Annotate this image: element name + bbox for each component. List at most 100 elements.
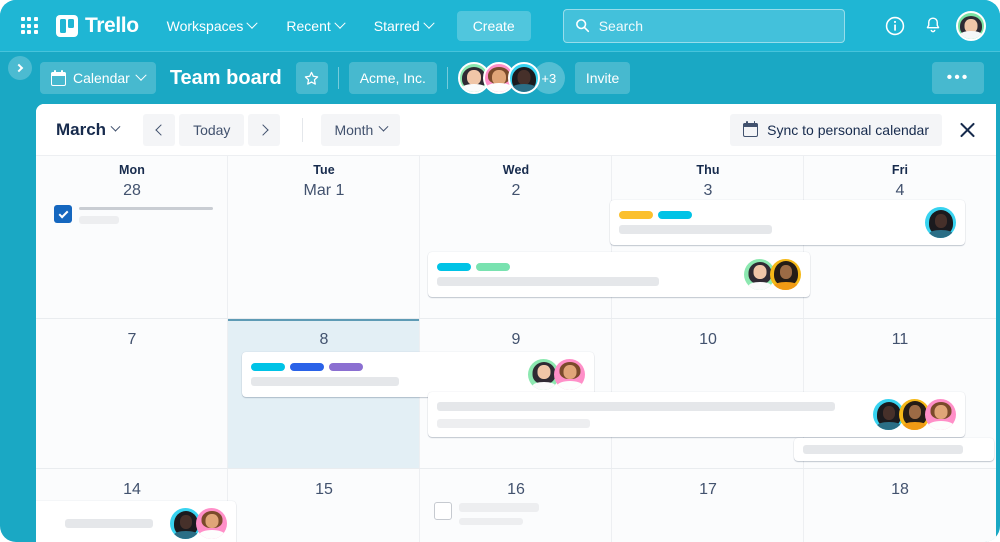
chevron-down-icon bbox=[111, 122, 121, 132]
sidebar-expand-button[interactable] bbox=[8, 56, 32, 80]
chevron-down-icon bbox=[334, 17, 345, 28]
day-header[interactable]: Tue Mar 1 bbox=[228, 156, 420, 200]
card-members bbox=[162, 508, 227, 539]
nav-item-workspaces[interactable]: Workspaces bbox=[157, 12, 267, 40]
trello-app-window: Trello Workspaces Recent Starred Create … bbox=[0, 0, 1000, 542]
day-number: 3 bbox=[612, 182, 804, 200]
global-top-nav: Trello Workspaces Recent Starred Create … bbox=[0, 0, 1000, 52]
avatar[interactable] bbox=[196, 508, 227, 539]
card-title-placeholder bbox=[437, 277, 659, 286]
day-header[interactable]: 9 bbox=[420, 319, 612, 349]
board-more-menu-button[interactable]: ••• bbox=[932, 62, 984, 94]
day-number: 4 bbox=[804, 182, 996, 200]
workspace-button[interactable]: Acme, Inc. bbox=[349, 62, 437, 94]
calendar-toolbar-right: Sync to personal calendar bbox=[730, 114, 982, 146]
month-selector[interactable]: March bbox=[50, 116, 125, 144]
trello-logo-icon bbox=[56, 15, 78, 37]
day-header[interactable]: 18 bbox=[804, 469, 996, 499]
create-button[interactable]: Create bbox=[457, 11, 531, 41]
card-body bbox=[619, 211, 910, 234]
card-members bbox=[917, 207, 956, 238]
day-header[interactable]: Fri 4 bbox=[804, 156, 996, 200]
calendar-icon bbox=[51, 71, 66, 86]
divider bbox=[447, 67, 448, 89]
nav-item-recent[interactable]: Recent bbox=[276, 12, 353, 40]
calendar-card-thu3-fri4[interactable] bbox=[610, 200, 965, 245]
chevron-left-icon bbox=[155, 124, 166, 135]
month-label: March bbox=[56, 120, 106, 140]
invite-button[interactable]: Invite bbox=[575, 62, 630, 94]
day-header[interactable]: 17 bbox=[612, 469, 804, 499]
avatar[interactable] bbox=[554, 359, 585, 390]
card-body bbox=[79, 204, 216, 224]
card-members bbox=[865, 399, 956, 430]
day-header[interactable]: Mon 28 bbox=[36, 156, 228, 200]
calendar-card-tue8-wed9[interactable] bbox=[242, 352, 594, 397]
chevron-down-icon bbox=[135, 70, 146, 81]
day-header[interactable]: 14 bbox=[36, 469, 228, 499]
card-labels bbox=[437, 263, 729, 271]
card-title-placeholder bbox=[65, 519, 153, 528]
day-header[interactable]: Wed 2 bbox=[420, 156, 612, 200]
avatar[interactable] bbox=[770, 259, 801, 290]
card-title-placeholder bbox=[803, 445, 963, 454]
apps-grid-icon[interactable] bbox=[14, 11, 44, 41]
calendar-grid: Mon 28 Tue Mar 1 Wed 2 Thu 3 Fri 4 bbox=[36, 156, 996, 542]
card-label-cyan[interactable] bbox=[437, 263, 471, 271]
calendar-card-mon28[interactable] bbox=[54, 204, 216, 224]
card-label-purple[interactable] bbox=[329, 363, 363, 371]
card-label-green[interactable] bbox=[476, 263, 510, 271]
day-number: 7 bbox=[36, 331, 228, 349]
day-header[interactable]: 15 bbox=[228, 469, 420, 499]
day-header[interactable]: 11 bbox=[804, 319, 996, 349]
calendar-card-wed2-thu3[interactable] bbox=[428, 252, 810, 297]
calendar-card-wed16[interactable] bbox=[434, 501, 594, 525]
calendar-card-mon14[interactable] bbox=[36, 501, 236, 542]
sync-to-personal-calendar-button[interactable]: Sync to personal calendar bbox=[730, 114, 942, 146]
day-number: Mar 1 bbox=[228, 182, 420, 200]
day-of-week: Mon bbox=[36, 163, 228, 177]
day-of-week: Tue bbox=[228, 163, 420, 177]
day-number: 18 bbox=[804, 481, 996, 499]
day-header[interactable]: 7 bbox=[36, 319, 228, 349]
card-members bbox=[520, 359, 585, 390]
card-label-blue[interactable] bbox=[290, 363, 324, 371]
day-header-today[interactable]: 8 bbox=[228, 319, 420, 349]
day-header[interactable]: Thu 3 bbox=[612, 156, 804, 200]
avatar[interactable] bbox=[925, 207, 956, 238]
card-checkbox-checked[interactable] bbox=[54, 205, 72, 223]
info-circle-icon[interactable] bbox=[880, 11, 910, 41]
card-subtitle-placeholder bbox=[459, 518, 523, 525]
card-subtitle-placeholder bbox=[437, 419, 590, 428]
day-of-week: Thu bbox=[612, 163, 804, 177]
card-checkbox-unchecked[interactable] bbox=[434, 502, 452, 520]
nav-item-starred[interactable]: Starred bbox=[364, 12, 443, 40]
page-title: Team board bbox=[170, 67, 282, 90]
card-label-cyan[interactable] bbox=[658, 211, 692, 219]
star-board-button[interactable] bbox=[296, 62, 328, 94]
avatar[interactable] bbox=[508, 62, 540, 94]
day-number: 10 bbox=[612, 331, 804, 349]
card-labels bbox=[251, 363, 513, 371]
day-header[interactable]: 10 bbox=[612, 319, 804, 349]
calendar-view-selector[interactable]: Month bbox=[321, 114, 400, 146]
board-view-switcher[interactable]: Calendar bbox=[40, 62, 156, 94]
card-label-yellow[interactable] bbox=[619, 211, 653, 219]
bell-icon[interactable] bbox=[918, 11, 948, 41]
search-input[interactable]: Search bbox=[563, 9, 845, 43]
calendar-toolbar: March Today Month bbox=[36, 104, 996, 156]
avatar[interactable] bbox=[956, 11, 986, 41]
prev-period-button[interactable] bbox=[143, 114, 175, 146]
avatar[interactable] bbox=[925, 399, 956, 430]
day-header[interactable]: 16 bbox=[420, 469, 612, 499]
calendar-card-fri11-overflow[interactable] bbox=[794, 438, 994, 461]
today-button[interactable]: Today bbox=[179, 114, 244, 146]
next-period-button[interactable] bbox=[248, 114, 280, 146]
calendar-nav-group: Today bbox=[143, 114, 284, 146]
close-icon[interactable] bbox=[952, 115, 982, 145]
calendar-card-wed9-fri11[interactable] bbox=[428, 392, 965, 437]
top-nav-right-group bbox=[880, 11, 986, 41]
nav-item-starred-label: Starred bbox=[374, 18, 420, 34]
trello-logo[interactable]: Trello bbox=[56, 14, 139, 38]
card-label-cyan[interactable] bbox=[251, 363, 285, 371]
